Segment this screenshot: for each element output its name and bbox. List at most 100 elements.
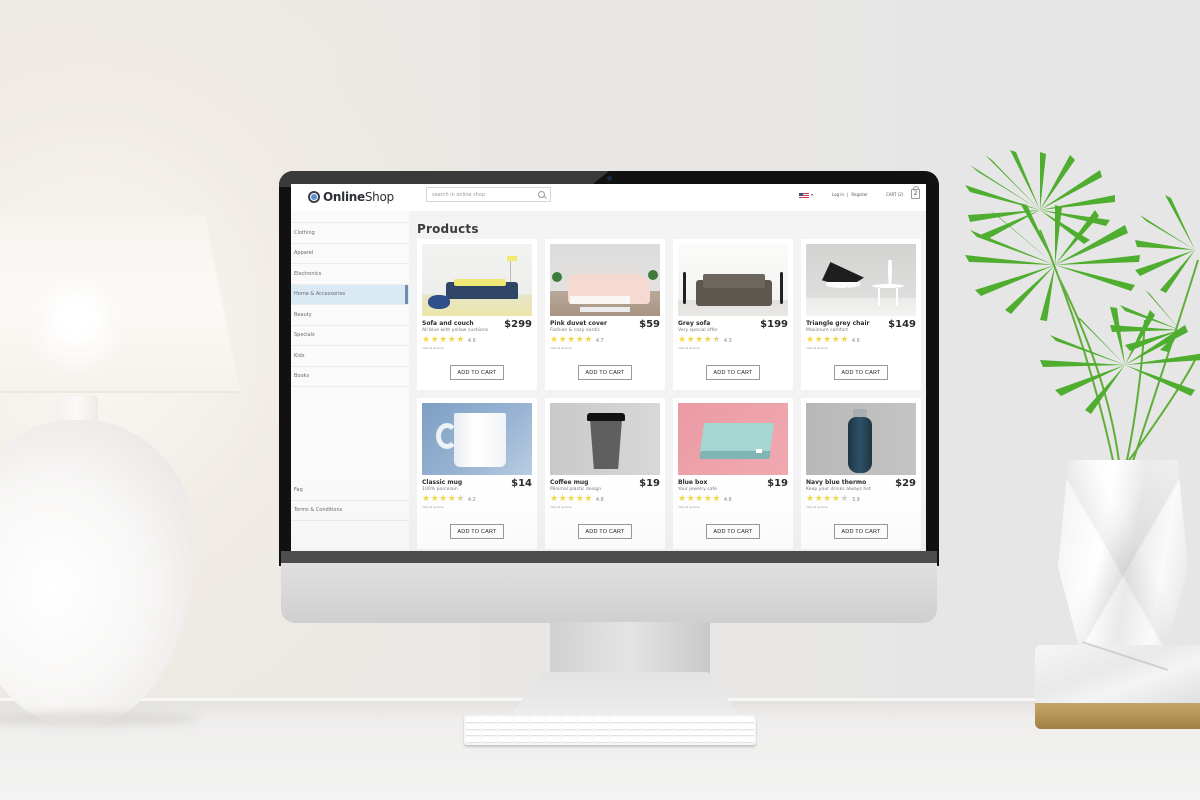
product-card[interactable]: Sofa and couch All blue with yellow cushi… xyxy=(417,239,537,390)
language-caret-icon[interactable]: ▾ xyxy=(811,192,813,197)
keyboard-key xyxy=(466,723,482,730)
product-card[interactable]: Blue box Your jewelry safe $19 ★ ★ ★ ★ ★ 4.6 View… xyxy=(673,398,793,549)
view-opinions-link[interactable]: View all opinions xyxy=(678,506,700,509)
monitor-chin xyxy=(281,563,937,623)
product-name[interactable]: Sofa and couch xyxy=(422,320,474,327)
product-card[interactable]: Grey sofa Very special offer $199 ★ ★ ★ ★ ★ 4.3 V… xyxy=(673,239,793,390)
keyboard-key xyxy=(674,717,690,723)
star-rating: ★ ★ ★ ★ ★ 4.6 xyxy=(806,336,860,345)
product-card[interactable]: Triangle grey chair Maximum comfort $149 ★ ★… xyxy=(801,239,921,390)
auth-separator: | xyxy=(847,192,849,197)
keyboard-key xyxy=(706,737,722,743)
add-to-cart-button[interactable]: ADD TO CART xyxy=(834,365,888,380)
sidebar-item-apparel[interactable]: Apparel xyxy=(291,244,409,264)
shopping-bag-icon[interactable]: 2 xyxy=(911,186,920,199)
keyboard-key xyxy=(722,730,738,737)
star-icon: ★ xyxy=(695,335,704,345)
monitor-stand xyxy=(550,622,710,677)
auth-links: Log in | Register xyxy=(832,192,868,197)
product-name[interactable]: Navy blue thermo xyxy=(806,479,866,486)
keyboard-key xyxy=(594,730,610,737)
main-content: Products Sofa and couch All blue with yel… xyxy=(417,211,926,551)
view-opinions-link[interactable]: View all opinions xyxy=(678,347,700,350)
blue-box-image[interactable] xyxy=(678,403,788,475)
product-description: Fashion & cozy nordic xyxy=(550,328,601,333)
product-card[interactable]: Classic mug 100% porcelain $14 ★ ★ ★ ★ ★ 4.2 View… xyxy=(417,398,537,549)
login-link[interactable]: Log in xyxy=(832,192,844,197)
view-opinions-link[interactable]: View all opinions xyxy=(422,506,444,509)
view-opinions-link[interactable]: View all opinions xyxy=(550,347,572,350)
view-opinions-link[interactable]: View all opinions xyxy=(422,347,444,350)
sidebar-item-electronics[interactable]: Electronics xyxy=(291,264,409,285)
keyboard-key xyxy=(514,737,530,743)
rating-value: 3.9 xyxy=(851,496,860,503)
keyboard-key xyxy=(658,737,674,743)
add-to-cart-button[interactable]: ADD TO CART xyxy=(578,365,632,380)
white-mug-image[interactable] xyxy=(422,403,532,475)
sidebar-divider xyxy=(291,211,409,223)
search-icon[interactable] xyxy=(538,191,545,198)
product-name[interactable]: Triangle grey chair xyxy=(806,320,870,327)
keyboard-key xyxy=(690,737,706,743)
star-icon: ★ xyxy=(430,494,439,504)
keyboard-key xyxy=(578,730,594,737)
sidebar-item-clothing[interactable]: Clothing xyxy=(291,223,409,244)
navy-thermo-cap xyxy=(853,409,867,417)
sidebar-link-terms-conditions[interactable]: Terms & Conditions xyxy=(291,501,409,521)
search-box[interactable] xyxy=(426,187,551,202)
pink-bed-image[interactable] xyxy=(550,244,660,316)
keyboard-key xyxy=(626,730,642,737)
keyboard-key xyxy=(690,717,706,723)
star-rating: ★ ★ ★ ★ ★ 4.7 xyxy=(550,336,604,345)
register-link[interactable]: Register xyxy=(851,192,867,197)
blue-sofa-image[interactable] xyxy=(422,244,532,316)
sidebar-item-home-accessories[interactable]: Home & Accessories xyxy=(291,284,409,305)
keyboard-key xyxy=(498,717,514,723)
triangle-chair-image[interactable] xyxy=(806,244,916,316)
product-name[interactable]: Blue box xyxy=(678,479,707,486)
us-flag-icon[interactable] xyxy=(799,193,809,199)
product-name[interactable]: Grey sofa xyxy=(678,320,710,327)
cart-link[interactable]: CART (2) xyxy=(886,192,903,197)
sidebar-item-beauty[interactable]: Beauty xyxy=(291,305,409,326)
grey-sofa-image[interactable] xyxy=(678,244,788,316)
sidebar-item-kids[interactable]: Kids xyxy=(291,346,409,367)
sidebar-item-books[interactable]: Books xyxy=(291,367,409,387)
add-to-cart-button[interactable]: ADD TO CART xyxy=(450,524,504,539)
logo-text-light: Shop xyxy=(364,190,394,204)
coffee-cup-lid xyxy=(587,413,625,421)
keyboard-key xyxy=(626,717,642,723)
product-name[interactable]: Classic mug xyxy=(422,479,462,486)
view-opinions-link[interactable]: View all opinions xyxy=(550,506,572,509)
keyboard-key xyxy=(546,730,562,737)
coffee-cup-image[interactable] xyxy=(550,403,660,475)
star-icon: ★ xyxy=(584,494,593,504)
search-input[interactable] xyxy=(427,191,532,198)
view-opinions-link[interactable]: View all opinions xyxy=(806,347,828,350)
product-card[interactable]: Navy blue thermo Keep your drinks always … xyxy=(801,398,921,549)
sidebar-link-faq[interactable]: Faq xyxy=(291,480,409,501)
add-to-cart-button[interactable]: ADD TO CART xyxy=(834,524,888,539)
navy-thermo-image[interactable] xyxy=(806,403,916,475)
vase-facets xyxy=(1058,460,1188,655)
keyboard-key xyxy=(610,737,626,743)
product-card[interactable]: Pink duvet cover Fashion & cozy nordic $59… xyxy=(545,239,665,390)
product-price: $299 xyxy=(504,319,532,330)
pink-bed-rug xyxy=(580,307,630,312)
add-to-cart-button[interactable]: ADD TO CART xyxy=(578,524,632,539)
add-to-cart-button[interactable]: ADD TO CART xyxy=(706,524,760,539)
keyboard-key xyxy=(514,717,530,723)
view-opinions-link[interactable]: View all opinions xyxy=(806,506,828,509)
keyboard-key xyxy=(562,730,578,737)
product-card[interactable]: Coffee mug Minimal plastic design $19 ★ ★ ★ ★ ★… xyxy=(545,398,665,549)
product-name[interactable]: Pink duvet cover xyxy=(550,320,607,327)
sidebar-item-specials[interactable]: Specials xyxy=(291,326,409,346)
add-to-cart-button[interactable]: ADD TO CART xyxy=(450,365,504,380)
logo[interactable]: OnlineShop xyxy=(308,188,394,206)
star-icon: ★ xyxy=(447,335,456,345)
product-name[interactable]: Coffee mug xyxy=(550,479,588,486)
keyboard-key xyxy=(722,737,738,743)
triangle-chair-vase xyxy=(888,260,892,284)
add-to-cart-button[interactable]: ADD TO CART xyxy=(706,365,760,380)
star-icon: ★ xyxy=(695,494,704,504)
